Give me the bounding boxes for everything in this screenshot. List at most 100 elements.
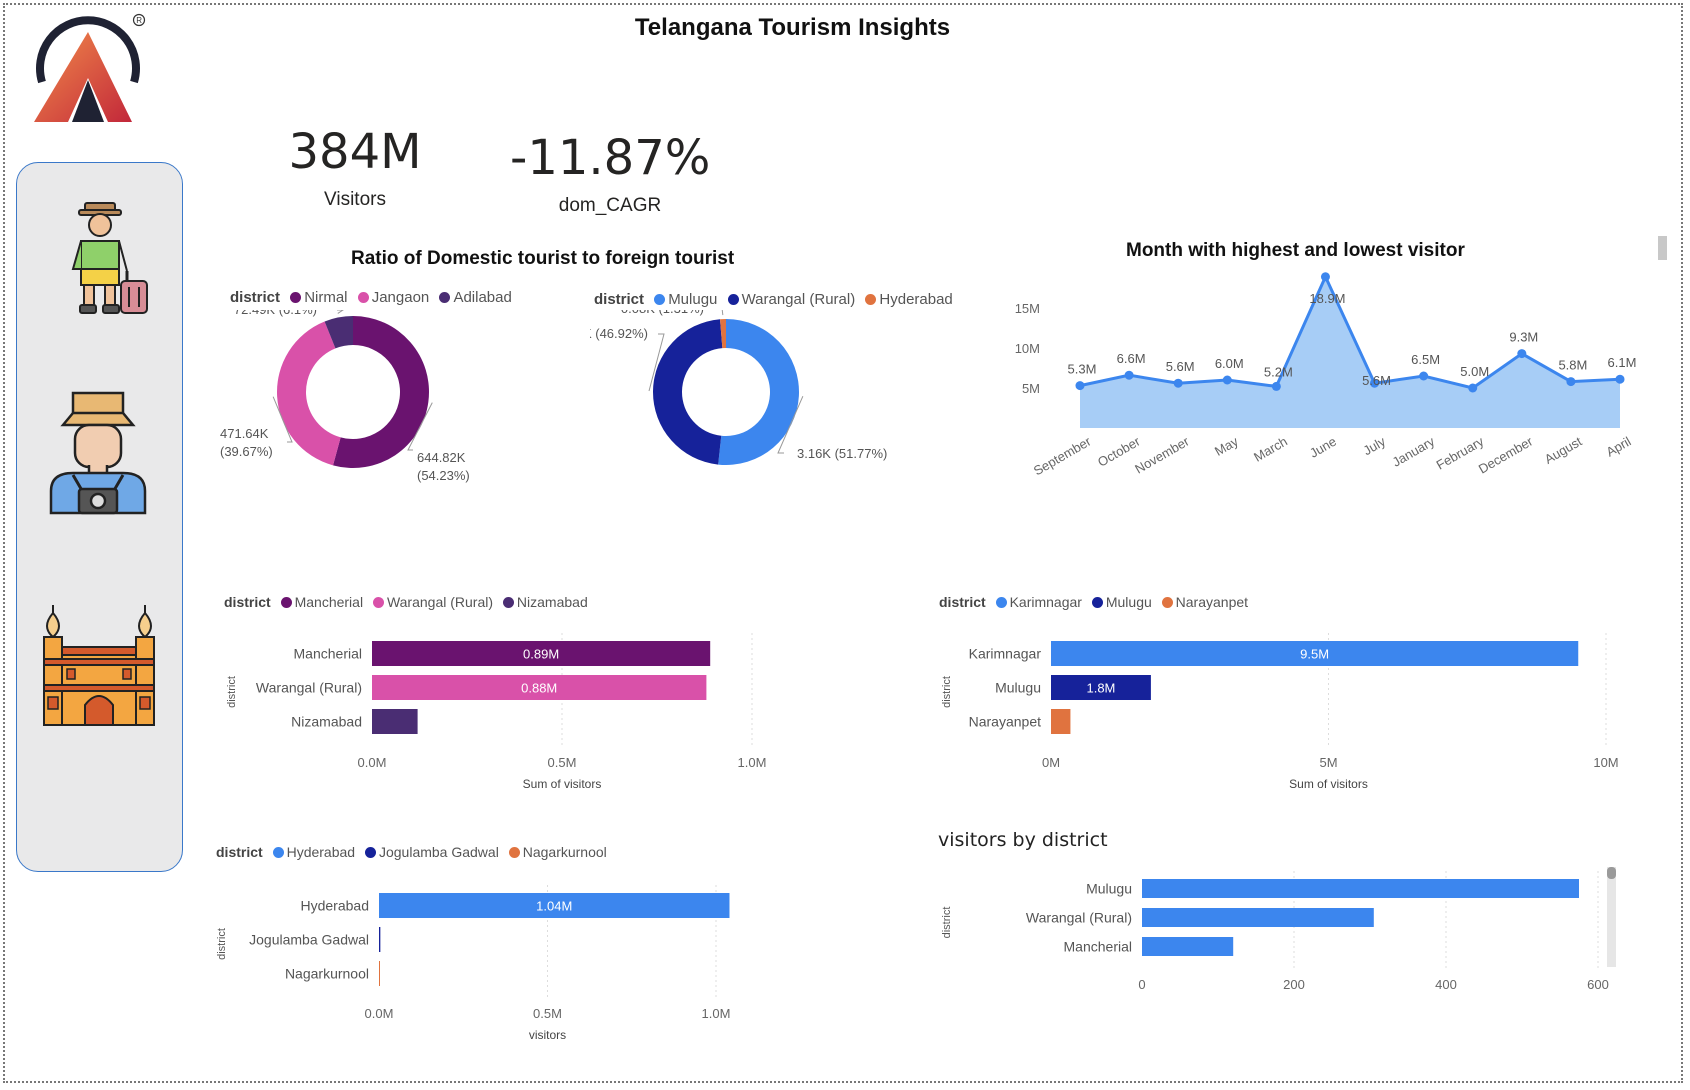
kpi-visitors-label: Visitors <box>324 189 386 210</box>
visitors-by-district-chart[interactable]: 0 200 400 600 Mulugu Warangal (Rural) Mancheri… <box>930 865 1610 995</box>
donut-data-label-pct: (39.67%) <box>220 444 273 459</box>
x-tick-label: January <box>1390 433 1438 469</box>
y-axis-title: district <box>941 676 953 708</box>
bar-data-label: 1.04M <box>536 899 572 914</box>
x-tick-label: 0.0M <box>358 755 387 770</box>
legend-item: Hyderabad <box>272 844 355 860</box>
legend-item: Mulugu <box>1091 594 1152 610</box>
month-area-chart[interactable]: 5M10M15M5.3MSeptember6.6MOctober5.6MNove… <box>1000 270 1670 530</box>
tourist-with-camera-icon[interactable] <box>45 385 153 515</box>
x-tick-label: June <box>1307 434 1339 461</box>
area-fill <box>1080 276 1620 428</box>
bar-data-label: 9.5M <box>1300 647 1329 662</box>
y-tick-label: Mulugu <box>1086 881 1132 897</box>
x-tick-label: 200 <box>1283 977 1305 992</box>
kpi-cagr-value: -11.87% <box>510 130 711 186</box>
x-axis-title: Sum of visitors <box>523 777 602 791</box>
legend-item: Nirmal <box>290 289 348 306</box>
y-tick-label: Nizamabad <box>291 714 362 730</box>
bar <box>1142 879 1579 898</box>
y-tick-label: Mulugu <box>995 680 1041 696</box>
dashboard-title: Telangana Tourism Insights <box>634 14 951 41</box>
donut-slice <box>277 321 341 466</box>
traveler-with-luggage-icon[interactable] <box>67 201 149 319</box>
area-scrollbar[interactable] <box>1658 236 1667 260</box>
x-tick-label: November <box>1132 433 1192 476</box>
donut-data-label: 2.87K (46.92%) <box>590 326 648 341</box>
bar-data-label: 1.8M <box>1086 681 1115 696</box>
y-tick-label: Mancherial <box>294 646 362 662</box>
donut-data-label: 3.16K (51.77%) <box>797 446 887 461</box>
x-tick-label: 0.5M <box>533 1006 562 1021</box>
donut-slice <box>653 319 723 465</box>
x-tick-label: 1.0M <box>738 755 767 770</box>
legend-item: Nagarkurnool <box>508 844 607 860</box>
bar2-legend: district Karimnagar Mulugu Narayanpet <box>939 594 1249 610</box>
data-point <box>1468 383 1478 393</box>
district-chart-scroll-thumb[interactable] <box>1607 867 1616 879</box>
district-chart-scrollbar[interactable] <box>1607 867 1616 967</box>
visitors-by-district-title: visitors by district <box>938 829 1108 851</box>
donut1-legend: district Nirmal Jangaon Adilabad <box>230 289 512 306</box>
y-tick-label: Hyderabad <box>301 898 370 914</box>
data-label: 5.6M <box>1362 373 1391 388</box>
data-label: 9.3M <box>1509 330 1538 345</box>
x-tick-label: December <box>1476 433 1536 476</box>
data-label: 18.9M <box>1309 291 1345 306</box>
y-tick-label: Narayanpet <box>969 714 1041 730</box>
donut2-legend: district Mulugu Warangal (Rural) Hyderab… <box>594 291 953 308</box>
data-label: 6.5M <box>1411 352 1440 367</box>
legend-item: Mulugu <box>654 291 717 308</box>
x-tick-label: 0.0M <box>365 1006 394 1021</box>
data-point <box>1173 378 1183 388</box>
bar <box>379 927 381 952</box>
bar <box>1142 908 1374 927</box>
data-point <box>1222 375 1232 385</box>
y-tick-label: Warangal (Rural) <box>256 680 362 696</box>
donut-chart-1[interactable]: 644.82K (54.23%) 471.64K (39.67%) 72.49K (6.… <box>215 310 535 530</box>
x-tick-label: July <box>1361 433 1389 458</box>
y-tick-label: Jogulamba Gadwal <box>249 932 369 948</box>
x-tick-label: August <box>1542 433 1585 466</box>
y-tick-label: 5M <box>1022 381 1040 396</box>
legend-item: Warangal (Rural) <box>372 594 493 610</box>
y-tick-label: Warangal (Rural) <box>1026 910 1132 926</box>
donut-data-label: 0.08K (1.31%) <box>621 310 704 316</box>
bar-chart-3[interactable]: 0.0M 0.5M 1.0M Hyderabad 1.04M Jogulamba Gadw… <box>205 875 805 1045</box>
bar3-legend: district Hyderabad Jogulamba Gadwal Naga… <box>216 844 607 860</box>
donut-slice <box>718 319 800 465</box>
legend-item: Mancherial <box>280 594 363 610</box>
kpi-visitors-value: 384M <box>288 124 422 180</box>
donut-chart-2[interactable]: 3.16K (51.77%) 2.87K (46.92%) 0.08K (1.31%… <box>590 310 970 530</box>
legend-item: Warangal (Rural) <box>727 291 855 308</box>
data-point <box>1566 377 1576 387</box>
legend-item: Jogulamba Gadwal <box>364 844 499 860</box>
y-axis-title: district <box>226 676 238 708</box>
donut-leader-line <box>721 310 724 316</box>
bar <box>1051 709 1071 734</box>
x-tick-label: April <box>1603 434 1633 460</box>
legend-item: Narayanpet <box>1161 594 1248 610</box>
kpi-cagr-label: dom_CAGR <box>558 195 662 216</box>
x-tick-label: 10M <box>1593 755 1618 770</box>
x-tick-label: 0.5M <box>548 755 577 770</box>
y-axis-title: district <box>941 907 953 939</box>
data-point <box>1075 381 1085 391</box>
data-label: 5.8M <box>1558 358 1587 373</box>
donut-leader-line <box>337 310 344 314</box>
x-tick-label: 1.0M <box>702 1006 731 1021</box>
y-tick-label: Karimnagar <box>969 646 1042 662</box>
x-tick-label: 0M <box>1042 755 1060 770</box>
x-tick-label: May <box>1212 433 1241 459</box>
bar1-legend: district Mancherial Warangal (Rural) Niz… <box>224 594 588 610</box>
data-point <box>1124 370 1134 380</box>
bar-data-label: 0.89M <box>523 647 559 662</box>
legend-item: Nizamabad <box>502 594 588 610</box>
y-tick-label: Mancherial <box>1064 939 1132 955</box>
charminar-monument-icon[interactable] <box>37 603 161 728</box>
x-tick-label: 5M <box>1319 755 1337 770</box>
data-point <box>1419 371 1429 381</box>
bar-chart-2[interactable]: 0M 5M 10M Karimnagar 9.5M Mulugu 1.8M Narayanpe… <box>930 625 1620 795</box>
bar-chart-1[interactable]: 0.0M 0.5M 1.0M Mancherial 0.89M Warangal (Rur… <box>215 625 795 795</box>
donut-data-label: 471.64K <box>220 426 269 441</box>
